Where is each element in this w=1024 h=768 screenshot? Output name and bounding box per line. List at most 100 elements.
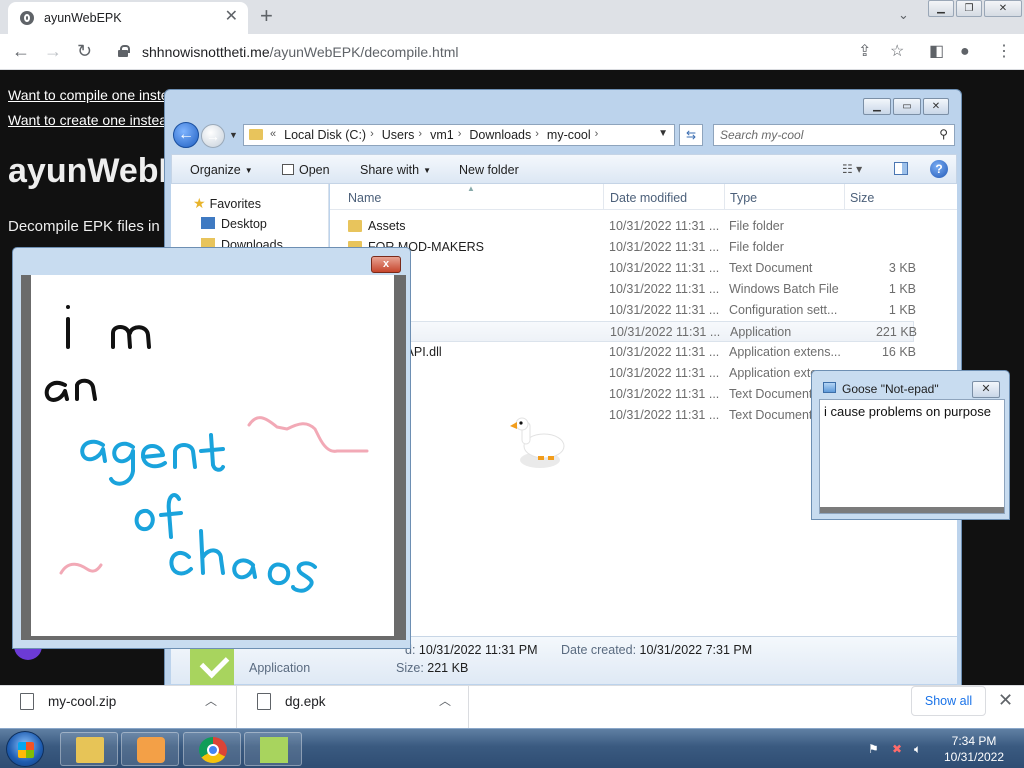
share-with-button[interactable]: Share with ▼ [360, 163, 431, 177]
browser-tabstrip: ayunWebEPK ✕ + ⌄ ▁ ❐ ✕ [0, 0, 1024, 34]
taskbar-goose-button[interactable] [244, 732, 302, 766]
explorer-maximize-button[interactable]: ▭ [893, 98, 921, 115]
breadcrumb-local-disk[interactable]: Local Disk (C:) [284, 128, 366, 142]
file-icon [257, 693, 271, 710]
column-divider[interactable] [603, 184, 604, 210]
search-icon[interactable]: ⚲ [939, 127, 948, 141]
goose-drawing-window[interactable]: x [12, 247, 411, 649]
new-folder-button[interactable]: New folder [459, 163, 519, 177]
new-tab-button[interactable]: + [260, 5, 273, 27]
explorer-forward-button[interactable]: → [201, 124, 225, 148]
breadcrumb-vm1[interactable]: vm1 [430, 128, 454, 142]
nav-item-favorites[interactable]: ★ Favorites [193, 195, 261, 212]
notepad-close-button[interactable]: ✕ [972, 381, 1000, 398]
details-created: Date created: 10/31/2022 7:31 PM [561, 643, 753, 657]
address-dropdown-icon[interactable]: ▼ [658, 128, 668, 139]
create-link[interactable]: Want to create one instead? [8, 112, 183, 128]
chevron-up-icon[interactable]: ︿ [205, 692, 217, 709]
column-date-modified[interactable]: Date modified [610, 191, 687, 205]
chrome-icon [199, 737, 227, 763]
close-window-button[interactable]: ✕ [984, 0, 1022, 17]
show-all-downloads-button[interactable]: Show all [911, 686, 986, 716]
download-item-zip[interactable]: my-cool.zip ︿ [0, 686, 237, 728]
action-center-icon[interactable]: ⚑ [868, 742, 879, 756]
profile-avatar-icon[interactable]: ● [960, 43, 970, 61]
taskbar-chrome-button[interactable] [183, 732, 241, 766]
file-row[interactable]: oddingAPI.dll10/31/2022 11:31 ...Applica… [330, 342, 916, 363]
explorer-minimize-button[interactable]: ▁ [863, 98, 891, 115]
tab-search-chevron-icon[interactable]: ⌄ [898, 7, 909, 23]
bookmark-star-icon[interactable]: ☆ [890, 43, 904, 61]
downloads-bar: my-cool.zip ︿ dg.epk ︿ Show all ✕ [0, 685, 1024, 728]
file-type: Application exte [729, 366, 818, 380]
goose-notepad-window[interactable]: Goose "Not-epad" ✕ i cause problems on p… [811, 370, 1010, 520]
column-divider[interactable] [844, 184, 845, 210]
explorer-back-button[interactable]: ← [173, 122, 199, 148]
network-error-icon[interactable]: ✖ [892, 742, 902, 756]
breadcrumb-users[interactable]: Users [382, 128, 415, 142]
help-icon[interactable]: ? [930, 160, 948, 178]
search-input[interactable] [720, 127, 920, 143]
goose-sprite[interactable] [508, 414, 568, 474]
media-player-icon [137, 737, 165, 763]
column-name[interactable]: Name [348, 191, 381, 205]
file-type: Text Document [729, 408, 813, 422]
url-text: shhnowisnottheti.me/ayunWebEPK/decompile… [142, 44, 459, 60]
file-row[interactable]: oose10/31/2022 11:31 ...Windows Batch Fi… [330, 279, 916, 300]
reload-icon[interactable]: ↻ [77, 41, 92, 61]
minimize-button[interactable]: ▁ [928, 0, 954, 17]
file-row[interactable]: og10/31/2022 11:31 ...Text Document3 KB [330, 258, 916, 279]
back-arrow-icon[interactable]: ← [12, 41, 30, 61]
notepad-text-area[interactable]: i cause problems on purpose [819, 399, 1005, 514]
address-bar[interactable]: shhnowisnottheti.me/ayunWebEPK/decompile… [108, 38, 848, 66]
column-divider[interactable] [724, 184, 725, 210]
recent-pages-dropdown-icon[interactable]: ▼ [229, 130, 238, 140]
taskbar-explorer-button[interactable] [60, 732, 118, 766]
file-type: Configuration sett... [729, 303, 838, 317]
taskbar-media-player-button[interactable] [121, 732, 179, 766]
file-size: 3 KB [888, 261, 916, 275]
side-panel-icon[interactable]: ◧ [929, 43, 944, 61]
file-date: 10/31/2022 11:31 ... [609, 219, 720, 233]
refresh-button[interactable]: ⇆ [679, 124, 703, 146]
nav-item-desktop[interactable]: Desktop [201, 217, 267, 231]
open-button[interactable]: Open [282, 163, 330, 177]
organize-button[interactable]: Organize ▼ [190, 163, 253, 177]
restore-button[interactable]: ❐ [956, 0, 982, 17]
volume-icon[interactable]: 🔈︎ [914, 742, 921, 757]
browser-tab[interactable]: ayunWebEPK ✕ [8, 2, 248, 34]
explorer-close-button[interactable]: ✕ [923, 98, 949, 115]
file-row[interactable]: FOR MOD-MAKERS 10/31/2022 11:31 ... File f… [330, 237, 914, 258]
browser-toolbar: ← → ↻ shhnowisnottheti.me/ayunWebEPK/dec… [0, 34, 1024, 70]
taskbar-clock[interactable]: 7:34 PM 10/31/2022 [936, 733, 1012, 765]
chevron-up-icon[interactable]: ︿ [439, 692, 451, 709]
file-row[interactable]: esktop10/31/2022 11:31 ...Application221… [330, 321, 917, 342]
explorer-address-bar[interactable]: « Local Disk (C:) › Users › vm1 › Downloads… [243, 124, 675, 146]
drawing-close-button[interactable]: x [371, 256, 401, 273]
preview-pane-icon[interactable] [894, 162, 908, 175]
file-size: 16 KB [881, 345, 916, 359]
explorer-window-controls: ▁ ▭ ✕ [861, 98, 949, 115]
breadcrumb-downloads[interactable]: Downloads [469, 128, 531, 142]
explorer-search-box[interactable]: ⚲ [713, 124, 955, 146]
start-button[interactable] [6, 731, 44, 767]
tab-close-icon[interactable]: ✕ [225, 8, 238, 26]
column-type[interactable]: Type [730, 191, 757, 205]
download-item-epk[interactable]: dg.epk ︿ [237, 686, 469, 728]
notepad-scrollbar[interactable] [820, 507, 1004, 513]
menu-kebab-icon[interactable]: ⋮ [996, 43, 1012, 61]
close-downloads-bar-icon[interactable]: ✕ [998, 690, 1013, 711]
column-size[interactable]: Size [850, 191, 874, 205]
folder-icon [249, 129, 263, 140]
forward-arrow-icon[interactable]: → [44, 41, 62, 61]
file-date: 10/31/2022 11:31 ... [609, 261, 720, 275]
drawing-frame [21, 275, 406, 640]
share-icon[interactable]: ⇪ [858, 43, 871, 61]
breadcrumb-overflow-icon[interactable]: « [270, 128, 276, 142]
file-row[interactable]: Assets 10/31/2022 11:31 ... File folder [330, 216, 914, 237]
breadcrumb-my-cool[interactable]: my-cool [547, 128, 591, 142]
notepad-text: i cause problems on purpose [824, 404, 991, 419]
handwriting-an [44, 378, 97, 402]
view-options-icon[interactable]: ☷ ▾ [842, 162, 862, 176]
file-row[interactable]: 10/31/2022 11:31 ... Configuration sett..… [330, 300, 916, 321]
